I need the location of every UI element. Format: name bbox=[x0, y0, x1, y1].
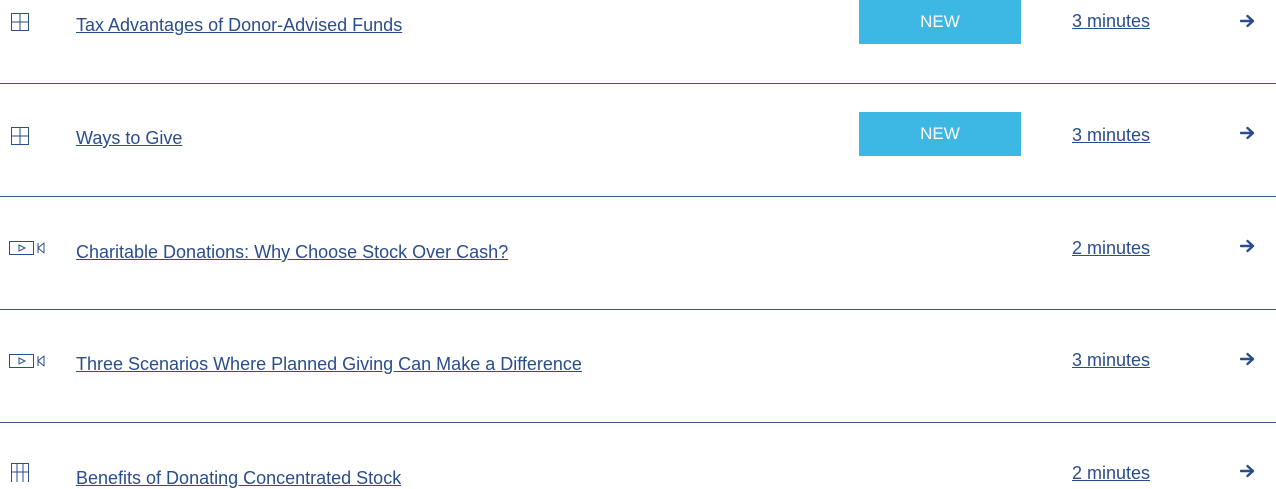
article-icon bbox=[11, 127, 29, 145]
new-badge: NEW bbox=[859, 0, 1021, 44]
video-icon bbox=[9, 354, 45, 368]
item-title-link[interactable]: Benefits of Donating Concentrated Stock bbox=[76, 467, 401, 489]
list-item: Benefits of Donating Concentrated Stock … bbox=[0, 423, 1276, 489]
duration-link[interactable]: 3 minutes bbox=[1072, 10, 1150, 32]
item-title-link[interactable]: Three Scenarios Where Planned Giving Can… bbox=[76, 353, 582, 375]
item-title-link[interactable]: Tax Advantages of Donor-Advised Funds bbox=[76, 14, 402, 36]
infographic-icon bbox=[11, 463, 29, 482]
list-item: Charitable Donations: Why Choose Stock O… bbox=[0, 197, 1276, 311]
duration-link[interactable]: 3 minutes bbox=[1072, 124, 1150, 146]
duration-link[interactable]: 2 minutes bbox=[1072, 462, 1150, 484]
arrow-right-icon[interactable] bbox=[1240, 13, 1256, 29]
arrow-right-icon[interactable] bbox=[1240, 351, 1256, 367]
article-icon bbox=[11, 13, 29, 31]
list-item: Three Scenarios Where Planned Giving Can… bbox=[0, 310, 1276, 424]
item-title-link[interactable]: Ways to Give bbox=[76, 127, 182, 149]
duration-link[interactable]: 3 minutes bbox=[1072, 349, 1150, 371]
duration-link[interactable]: 2 minutes bbox=[1072, 237, 1150, 259]
arrow-right-icon[interactable] bbox=[1240, 238, 1256, 254]
new-badge: NEW bbox=[859, 112, 1021, 156]
content-list: Tax Advantages of Donor-Advised Funds NE… bbox=[0, 0, 1276, 489]
arrow-right-icon[interactable] bbox=[1240, 125, 1256, 141]
arrow-right-icon[interactable] bbox=[1240, 463, 1256, 479]
video-icon bbox=[9, 241, 45, 255]
item-title-link[interactable]: Charitable Donations: Why Choose Stock O… bbox=[76, 241, 508, 263]
list-item: Ways to Give NEW 3 minutes bbox=[0, 84, 1276, 198]
